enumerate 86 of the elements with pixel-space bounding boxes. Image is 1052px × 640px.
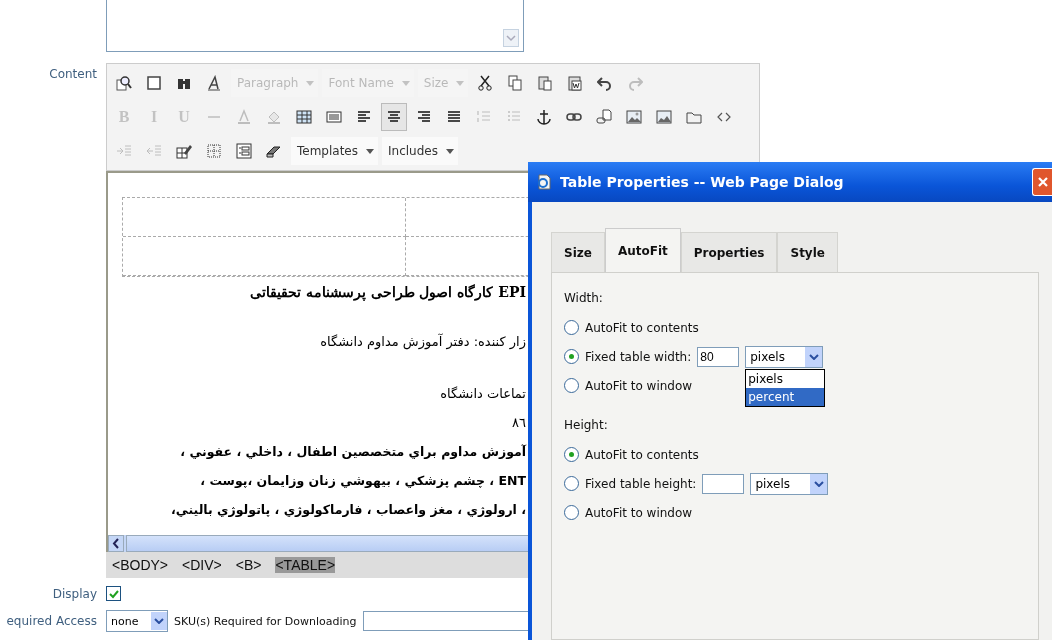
dotted-grid-icon — [206, 143, 222, 159]
option-label: Fixed table height: — [585, 476, 697, 491]
folder-icon — [686, 109, 702, 125]
caret-icon — [366, 148, 374, 154]
select-value: pixels — [749, 349, 785, 364]
table-pencil-icon — [176, 143, 192, 159]
text-area[interactable] — [106, 0, 524, 52]
document-text: EPI کارگاه اصول طراحی پرسشنامه تحقیقاتی — [248, 283, 526, 303]
radio-button[interactable] — [564, 349, 579, 364]
tab[interactable]: Size — [551, 232, 605, 272]
form-icon — [236, 143, 252, 159]
field-label: SKU(s) Required for Downloading — [174, 614, 357, 628]
paint-bucket-icon — [266, 109, 282, 125]
square-icon — [146, 75, 162, 91]
access-select[interactable]: none — [106, 610, 168, 632]
dash-icon — [208, 116, 220, 118]
document-text: تماعات دانشگاه — [439, 385, 526, 403]
document-link-icon — [596, 109, 612, 125]
indent-icon — [116, 143, 132, 159]
path-link[interactable]: <TABLE> — [275, 557, 336, 573]
browser-page-icon — [536, 174, 552, 190]
picture-icon — [656, 109, 672, 125]
clipboard-document-icon — [567, 75, 584, 91]
field-label: Display — [51, 586, 98, 601]
tab[interactable]: Style — [777, 232, 838, 272]
align-left-icon — [356, 109, 372, 125]
document-text: ENT ، چشم پزشكي ، بيهوشي زنان وزايمان ،پوست ، — [199, 472, 526, 490]
section-label: Height: — [564, 418, 609, 432]
table-rows-icon — [326, 109, 342, 125]
number-input-field[interactable] — [702, 473, 745, 494]
align-right-icon — [416, 109, 432, 125]
radio-button[interactable] — [564, 320, 579, 335]
justify-icon — [446, 109, 462, 125]
outdent-icon — [146, 143, 162, 159]
caret-icon — [401, 80, 410, 86]
radio-button[interactable] — [564, 447, 579, 462]
dialog-title: Table Properties -- Web Page Dialog — [560, 174, 845, 190]
select-value: none — [111, 614, 139, 628]
path-link[interactable]: <BODY> — [112, 557, 169, 573]
document-text: ٨٦ — [511, 414, 526, 432]
field-label: Content — [48, 66, 98, 83]
section-label: Width: — [564, 291, 604, 305]
scissors-icon — [477, 75, 494, 91]
undo-icon — [597, 75, 614, 91]
caret-icon — [445, 148, 454, 154]
unit-select[interactable]: pixels — [750, 472, 829, 495]
document-text: ، ارولوژي ، مغز واعصاب ، فارماكولوژي ، پاتولوژي باليني، — [170, 501, 526, 519]
image-icon — [626, 109, 642, 125]
radio-button[interactable] — [564, 378, 579, 393]
triangle-underline-icon — [236, 109, 252, 125]
field-label: equired Access — [5, 614, 98, 628]
option-label: Fixed table width: — [585, 349, 692, 364]
radio-button[interactable] — [564, 476, 579, 491]
dropdown-option[interactable]: percent — [746, 387, 825, 406]
path-link[interactable]: <DIV> — [182, 557, 222, 573]
toolbar-dropdown[interactable]: Includes — [382, 137, 458, 165]
option-label: AutoFit to contents — [585, 447, 699, 462]
dropdown-option[interactable]: pixels — [746, 369, 825, 388]
table-icon — [296, 109, 312, 125]
number-input-field[interactable]: 80 — [697, 346, 740, 367]
option-label: AutoFit to window — [585, 378, 693, 393]
path-link[interactable]: <B> — [235, 557, 262, 573]
numbered-list-icon — [476, 109, 492, 125]
align-center-icon — [386, 109, 402, 125]
option-label: AutoFit to window — [585, 505, 693, 520]
magnifier-page-icon — [116, 75, 132, 91]
select-value: pixels — [754, 476, 791, 491]
close-button[interactable] — [1032, 168, 1052, 196]
tab[interactable]: Properties — [680, 232, 778, 272]
caret-icon — [456, 80, 465, 86]
tab[interactable]: AutoFit — [604, 228, 681, 272]
toolbar-button[interactable] — [381, 103, 407, 131]
document-text: آموزش مداوم براي متخصصين اطفال ، داخلي ، عفوني ، — [179, 443, 526, 462]
clipboard-icon — [537, 75, 554, 91]
anchor-icon — [536, 109, 552, 125]
toolbar-dropdown[interactable]: Templates — [291, 137, 378, 165]
copy-icon — [507, 75, 524, 91]
font-style-icon — [206, 75, 222, 91]
close-icon — [1036, 176, 1049, 188]
option-label: AutoFit to contents — [585, 320, 699, 335]
caret-icon — [306, 80, 315, 86]
document-text: زار کننده: دفتر آموزش مداوم دانشگاه — [319, 332, 526, 352]
redo-icon — [627, 75, 644, 91]
checkbox[interactable] — [106, 586, 121, 601]
eraser-icon — [266, 143, 282, 159]
radio-button[interactable] — [564, 505, 579, 520]
